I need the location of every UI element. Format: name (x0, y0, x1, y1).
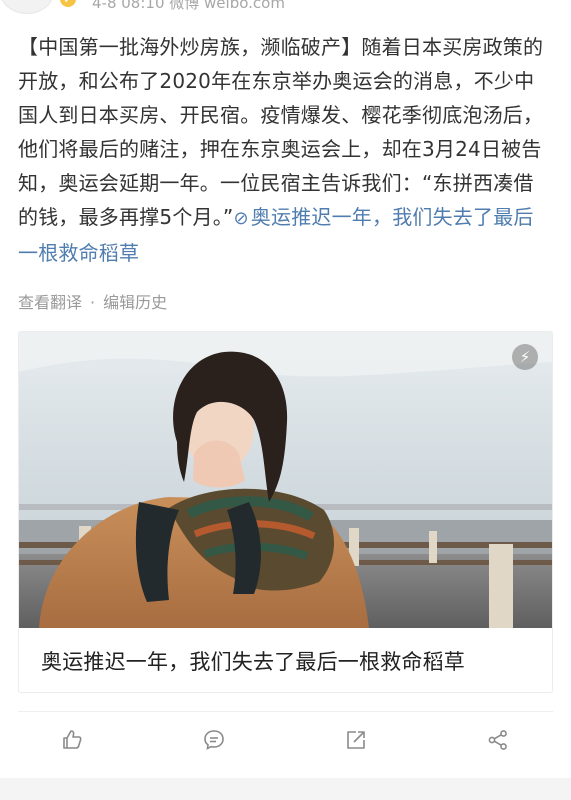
translate-link[interactable]: 查看翻译 (18, 289, 82, 313)
post-action-bar (0, 712, 571, 770)
verified-badge-icon: ✓ (60, 0, 76, 7)
post-text-main: 【中国第一批海外炒房族，濒临破产】随着日本买房政策的开放，和公布了2020年在东… (18, 35, 544, 229)
share-icon[interactable] (484, 726, 512, 754)
lightning-icon: ⚡ (512, 344, 538, 370)
post-actions-row: 查看翻译 · 编辑历史 (18, 289, 167, 313)
article-card-image[interactable]: ⚡ (19, 332, 552, 628)
comment-icon[interactable] (200, 726, 228, 754)
like-icon[interactable] (58, 726, 86, 754)
post-meta: 4-8 08:10 微博 weibo.com (92, 0, 285, 12)
article-card[interactable]: ⚡ 奥运推迟一年，我们失去了最后一根救命稻草 (18, 331, 553, 693)
article-card-title[interactable]: 奥运推迟一年，我们失去了最后一根救命稻草 (41, 646, 465, 676)
bottom-strip (0, 778, 571, 800)
photo-woman-scarf (19, 332, 552, 628)
edit-history-link[interactable]: 编辑历史 (103, 289, 167, 313)
post-text: 【中国第一批海外炒房族，濒临破产】随着日本买房政策的开放，和公布了2020年在东… (18, 30, 553, 270)
link-icon: ⊘ (233, 208, 249, 229)
weibo-post-page: ✓ 4-8 08:10 微博 weibo.com 【中国第一批海外炒房族，濒临破… (0, 0, 571, 800)
avatar[interactable] (0, 0, 54, 14)
separator-dot: · (90, 293, 96, 312)
repost-icon[interactable] (342, 726, 370, 754)
